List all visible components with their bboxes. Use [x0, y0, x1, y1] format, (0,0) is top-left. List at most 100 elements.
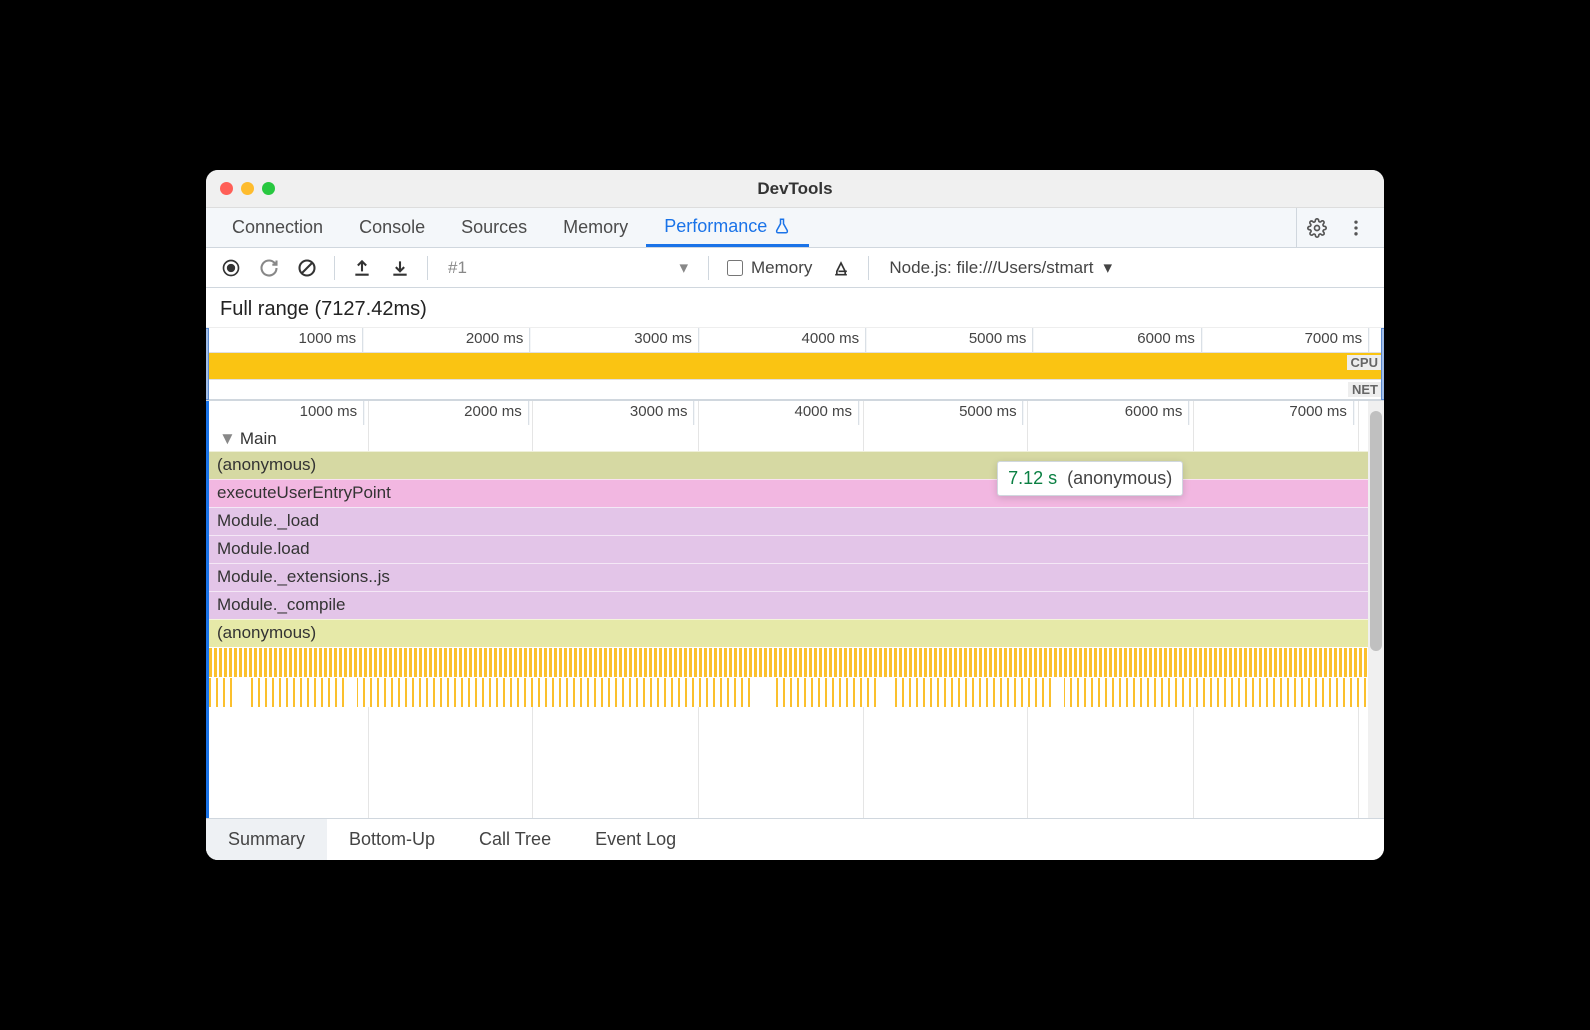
tab-label: Event Log [595, 829, 676, 850]
profile-name: #1 [448, 258, 467, 278]
ruler-tick: 1000 ms [299, 330, 357, 347]
flame-bar[interactable]: (anonymous) [209, 619, 1368, 647]
details-tab-bottomup[interactable]: Bottom-Up [327, 819, 457, 860]
flame-ruler[interactable]: 1000 ms 2000 ms 3000 ms 4000 ms 5000 ms … [209, 401, 1368, 427]
gear-icon [1307, 218, 1327, 238]
profile-dropdown[interactable]: #1 ▾ [438, 258, 698, 278]
clear-button[interactable] [290, 251, 324, 285]
tab-label: Sources [461, 217, 527, 238]
more-button[interactable] [1336, 208, 1376, 247]
ruler-tick: 6000 ms [1137, 330, 1195, 347]
details-tab-summary[interactable]: Summary [206, 819, 327, 860]
devtools-window: DevTools Connection Console Sources Memo… [206, 170, 1384, 860]
flame-scrollbar[interactable] [1368, 401, 1384, 818]
context-label: Node.js: file:///Users/stmart [889, 258, 1093, 278]
memory-checkbox[interactable]: Memory [719, 258, 820, 278]
window-title: DevTools [206, 179, 1384, 199]
track-name: Main [240, 429, 277, 449]
net-overview-band[interactable]: NET [206, 380, 1384, 400]
tab-connection[interactable]: Connection [214, 208, 341, 247]
ruler-tick: 5000 ms [959, 403, 1017, 420]
cpu-band-label: CPU [1347, 355, 1382, 370]
cpu-overview-band[interactable]: CPU [206, 352, 1384, 380]
ruler-tick: 3000 ms [634, 330, 692, 347]
panel-tabstrip: Connection Console Sources Memory Perfor… [206, 208, 1384, 248]
traffic-lights [206, 182, 275, 195]
chevron-down-icon: ▾ [679, 258, 688, 278]
reload-button[interactable] [252, 251, 286, 285]
flame-bar[interactable]: executeUserEntryPoint [209, 479, 1368, 507]
no-entry-icon [297, 258, 317, 278]
zoom-window-button[interactable] [262, 182, 275, 195]
upload-icon [352, 258, 372, 278]
tab-label: Memory [563, 217, 628, 238]
record-button[interactable] [214, 251, 248, 285]
range-label: Full range (7127.42ms) [206, 288, 1384, 328]
ruler-tick: 2000 ms [464, 403, 522, 420]
minimize-window-button[interactable] [241, 182, 254, 195]
tab-label: Summary [228, 829, 305, 850]
tab-performance[interactable]: Performance [646, 208, 809, 247]
overview-ruler[interactable]: 1000 ms 2000 ms 3000 ms 4000 ms 5000 ms … [206, 328, 1384, 352]
tab-label: Call Tree [479, 829, 551, 850]
details-tabstrip: Summary Bottom-Up Call Tree Event Log [206, 818, 1384, 860]
settings-button[interactable] [1296, 208, 1336, 247]
flame-bar[interactable]: Module._extensions..js [209, 563, 1368, 591]
flame-tooltip: 7.12 s (anonymous) [997, 461, 1183, 496]
close-window-button[interactable] [220, 182, 233, 195]
collect-garbage-button[interactable] [824, 251, 858, 285]
flame-bar-label: Module.load [217, 539, 310, 558]
flame-bar[interactable]: Module._load [209, 507, 1368, 535]
timeline-overview: Full range (7127.42ms) 1000 ms 2000 ms 3… [206, 288, 1384, 401]
ruler-tick: 6000 ms [1125, 403, 1183, 420]
chevron-down-icon: ▼ [219, 429, 236, 449]
flame-dense-row[interactable] [209, 647, 1368, 677]
ruler-tick: 7000 ms [1289, 403, 1347, 420]
flame-chart[interactable]: 1000 ms 2000 ms 3000 ms 4000 ms 5000 ms … [206, 401, 1368, 818]
more-vertical-icon [1346, 218, 1366, 238]
flame-bar-label: (anonymous) [217, 455, 316, 474]
overview-handle-right[interactable] [1381, 328, 1384, 400]
flame-bar-label: Module._compile [217, 595, 346, 614]
flame-bar-label: executeUserEntryPoint [217, 483, 391, 502]
ruler-tick: 1000 ms [300, 403, 358, 420]
flame-bar-label: (anonymous) [217, 623, 316, 642]
tab-sources[interactable]: Sources [443, 208, 545, 247]
context-dropdown[interactable]: Node.js: file:///Users/stmart ▾ [879, 258, 1122, 278]
download-icon [390, 258, 410, 278]
main-track-header[interactable]: ▼ Main [209, 427, 1368, 451]
scrollbar-thumb[interactable] [1370, 411, 1382, 651]
details-tab-eventlog[interactable]: Event Log [573, 819, 698, 860]
tab-label: Performance [664, 216, 767, 237]
broom-icon [831, 258, 851, 278]
ruler-tick: 4000 ms [802, 330, 860, 347]
flame-bar-label: Module._extensions..js [217, 567, 390, 586]
memory-checkbox-input[interactable] [727, 260, 743, 276]
flame-dense-row[interactable] [209, 677, 1368, 707]
tab-label: Console [359, 217, 425, 238]
tab-console[interactable]: Console [341, 208, 443, 247]
memory-label: Memory [751, 258, 812, 278]
tab-memory[interactable]: Memory [545, 208, 646, 247]
ruler-tick: 7000 ms [1305, 330, 1363, 347]
net-band-label: NET [1348, 382, 1382, 397]
tab-label: Bottom-Up [349, 829, 435, 850]
chevron-down-icon: ▾ [1103, 258, 1112, 278]
reload-icon [259, 258, 279, 278]
tab-label: Connection [232, 217, 323, 238]
load-profile-button[interactable] [345, 251, 379, 285]
flame-bar[interactable]: Module._compile [209, 591, 1368, 619]
titlebar: DevTools [206, 170, 1384, 208]
ruler-tick: 5000 ms [969, 330, 1027, 347]
ruler-tick: 4000 ms [794, 403, 852, 420]
performance-toolbar: #1 ▾ Memory Node.js: file:///Users/stmar… [206, 248, 1384, 288]
flask-icon [773, 217, 791, 235]
ruler-tick: 3000 ms [630, 403, 688, 420]
flame-bar[interactable]: (anonymous) [209, 451, 1368, 479]
flame-chart-pane: 1000 ms 2000 ms 3000 ms 4000 ms 5000 ms … [206, 401, 1384, 818]
overview-handle-left[interactable] [206, 328, 209, 400]
details-tab-calltree[interactable]: Call Tree [457, 819, 573, 860]
record-icon [221, 258, 241, 278]
save-profile-button[interactable] [383, 251, 417, 285]
flame-bar[interactable]: Module.load [209, 535, 1368, 563]
